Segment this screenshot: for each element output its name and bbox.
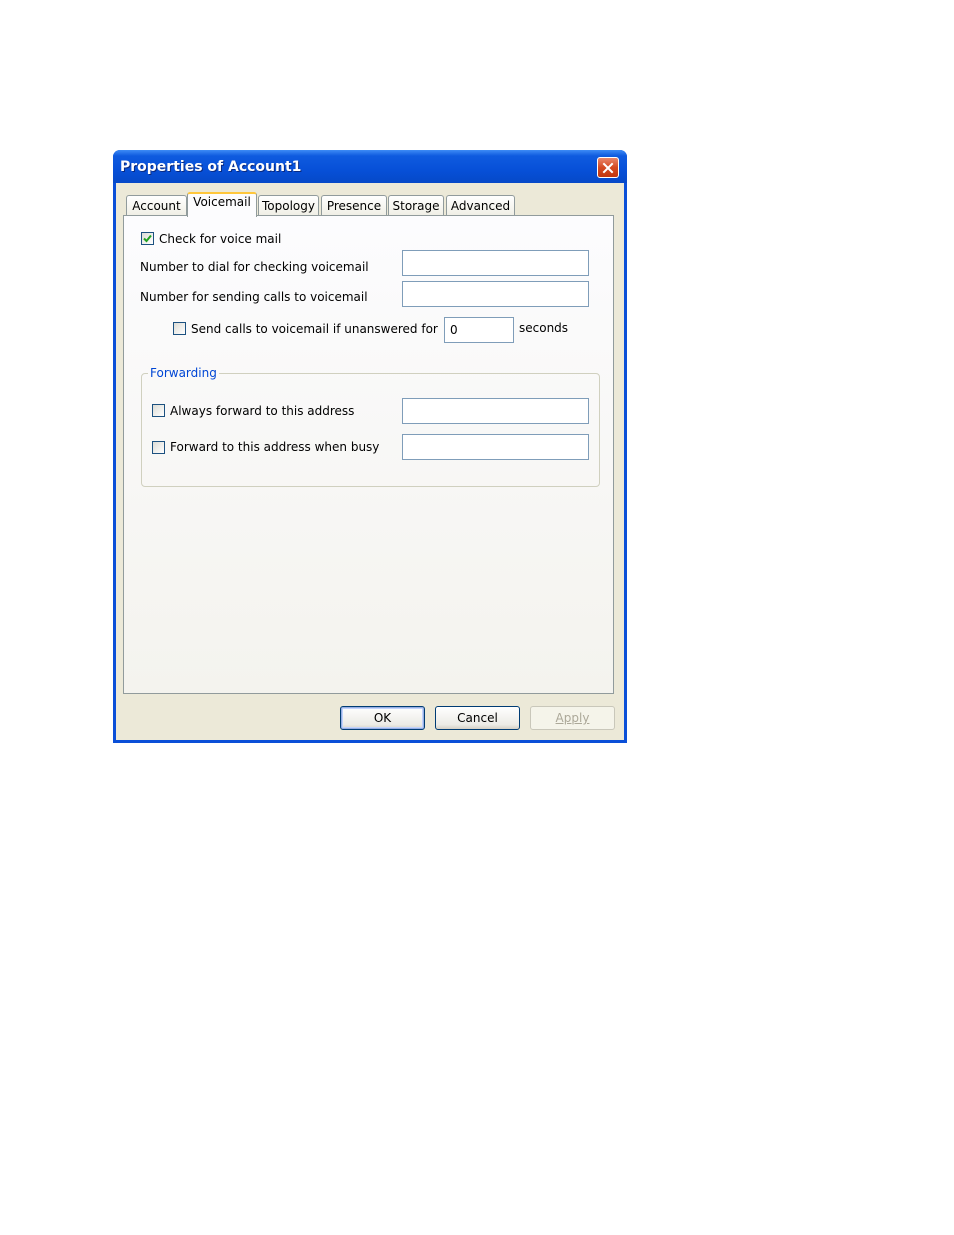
close-button[interactable] — [597, 157, 619, 178]
busy-forward-input[interactable] — [402, 434, 589, 460]
send-number-label: Number for sending calls to voicemail — [140, 290, 368, 304]
tab-presence[interactable]: Presence — [321, 195, 387, 215]
unanswered-label: Send calls to voicemail if unanswered fo… — [191, 322, 438, 336]
tab-label: Voicemail — [193, 195, 251, 209]
properties-dialog: Properties of Account1 Account Voicemail… — [113, 150, 627, 743]
tab-label: Presence — [326, 198, 382, 213]
tab-label: Storage — [392, 198, 440, 213]
tab-advanced[interactable]: Advanced — [446, 195, 515, 215]
dialog-client-area: Account Voicemail Topology Presence Stor… — [116, 183, 624, 740]
seconds-label: seconds — [519, 321, 569, 335]
tab-label: Account — [132, 198, 181, 213]
tab-label: Advanced — [450, 198, 511, 213]
check-voicemail-checkbox[interactable] — [141, 232, 154, 245]
check-voicemail-label: Check for voice mail — [159, 232, 282, 246]
voicemail-tab-panel: Check for voice mail Number to dial for … — [123, 215, 614, 694]
always-forward-input[interactable] — [402, 398, 589, 424]
tab-voicemail[interactable]: Voicemail — [187, 192, 257, 217]
send-number-input[interactable] — [402, 281, 589, 307]
busy-forward-label: Forward to this address when busy — [170, 440, 380, 454]
unanswered-seconds-input[interactable]: 0 — [444, 317, 514, 343]
tab-topology[interactable]: Topology — [258, 195, 319, 215]
tab-account[interactable]: Account — [126, 195, 187, 215]
apply-button[interactable]: Apply — [530, 706, 615, 730]
title-bar[interactable]: Properties of Account1 — [113, 150, 627, 183]
always-forward-label: Always forward to this address — [170, 404, 355, 418]
busy-forward-checkbox[interactable] — [152, 441, 165, 454]
unanswered-checkbox[interactable] — [173, 322, 186, 335]
always-forward-checkbox[interactable] — [152, 404, 165, 417]
window-title: Properties of Account1 — [120, 159, 302, 175]
tab-label: Topology — [262, 198, 315, 213]
tab-storage[interactable]: Storage — [388, 195, 444, 215]
dial-number-label: Number to dial for checking voicemail — [140, 260, 369, 274]
checkmark-icon — [143, 234, 152, 243]
ok-button[interactable]: OK — [340, 706, 425, 730]
forwarding-group: Forwarding Always forward to this addres… — [141, 366, 600, 487]
cancel-button[interactable]: Cancel — [435, 706, 520, 730]
close-icon — [602, 162, 614, 173]
forwarding-legend: Forwarding — [148, 366, 219, 380]
dial-number-input[interactable] — [402, 250, 589, 276]
